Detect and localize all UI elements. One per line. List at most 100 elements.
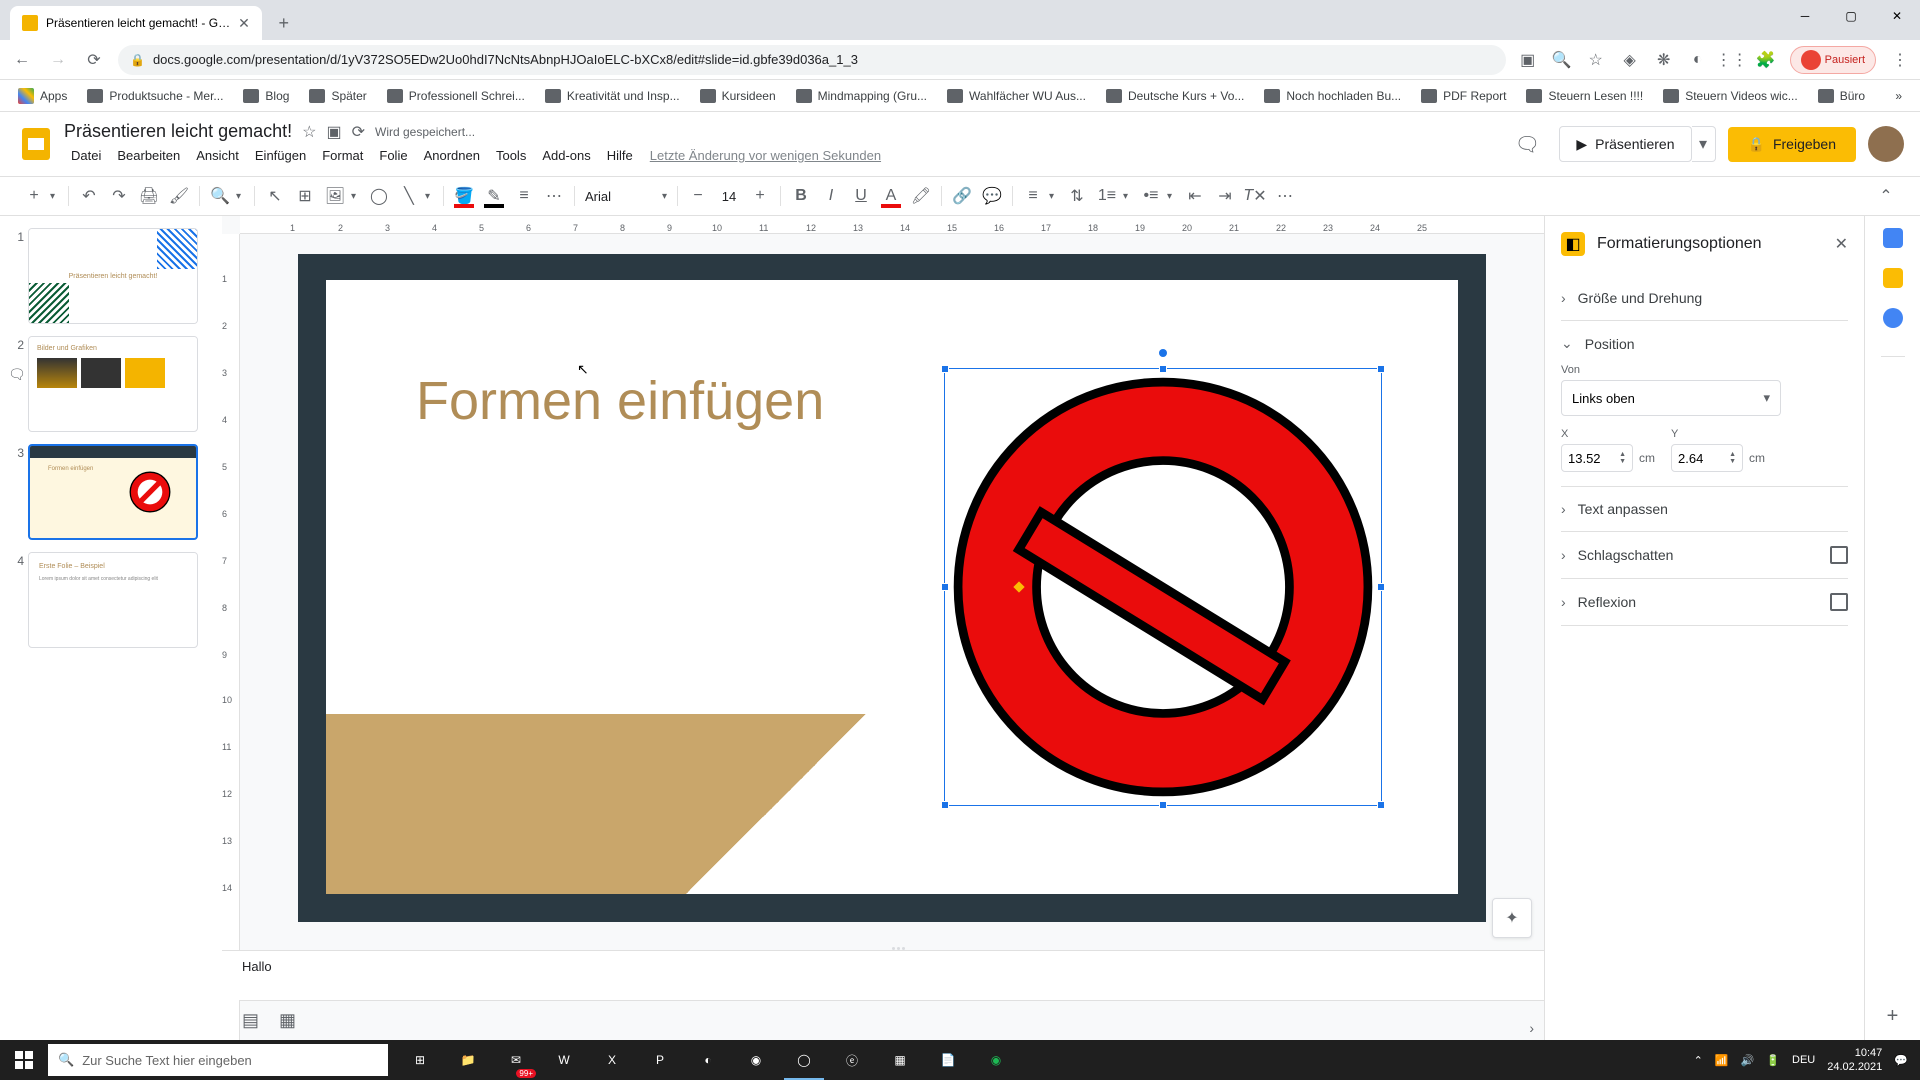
slide-canvas[interactable]: Formen einfügen ↖ (298, 254, 1486, 922)
resize-handle[interactable] (941, 365, 949, 373)
extension-icon[interactable]: ⋮⋮ (1722, 50, 1742, 70)
calendar-icon[interactable] (1883, 228, 1903, 248)
obs-icon[interactable]: ◉ (732, 1040, 780, 1080)
extension-icon[interactable]: ❋ (1654, 50, 1674, 70)
slide-thumbnail-1[interactable]: Präsentieren leicht gemacht! (28, 228, 198, 324)
move-icon[interactable]: ▣ (326, 122, 341, 142)
menu-einfuegen[interactable]: Einfügen (248, 144, 313, 167)
slide-title-text[interactable]: Formen einfügen (416, 370, 824, 432)
zoom-icon[interactable]: 🔍 (1552, 50, 1572, 70)
wifi-icon[interactable]: 📶 (1715, 1054, 1729, 1067)
share-button[interactable]: 🔒 Freigeben (1728, 127, 1856, 162)
underline-icon[interactable]: U (847, 182, 875, 210)
bookmark-overflow[interactable]: » (1887, 85, 1910, 107)
menu-hilfe[interactable]: Hilfe (600, 144, 640, 167)
app-icon[interactable]: ◐ (684, 1040, 732, 1080)
battery-icon[interactable]: 🔋 (1766, 1054, 1780, 1067)
undo-icon[interactable]: ↶ (75, 182, 103, 210)
new-tab-button[interactable]: + (270, 9, 298, 37)
stepper-icon[interactable]: ▲▼ (1729, 451, 1736, 465)
system-clock[interactable]: 10:47 24.02.2021 (1827, 1046, 1882, 1075)
start-button[interactable] (0, 1040, 48, 1080)
word-icon[interactable]: W (540, 1040, 588, 1080)
tasks-icon[interactable] (1883, 308, 1903, 328)
resize-handle[interactable] (941, 801, 949, 809)
text-color-icon[interactable]: A (877, 182, 905, 210)
excel-icon[interactable]: X (588, 1040, 636, 1080)
keep-icon[interactable] (1883, 268, 1903, 288)
select-tool-icon[interactable]: ↖ (261, 182, 289, 210)
x-input[interactable]: 13.52 ▲▼ (1561, 444, 1633, 472)
highlight-icon[interactable]: 🖍 (907, 182, 935, 210)
user-avatar[interactable] (1868, 126, 1904, 162)
menu-anordnen[interactable]: Anordnen (417, 144, 487, 167)
menu-ansicht[interactable]: Ansicht (189, 144, 246, 167)
bullet-list-icon[interactable]: •≡ (1137, 182, 1165, 210)
new-slide-button[interactable]: + (20, 182, 48, 210)
cloud-status-icon[interactable]: ⟳ (352, 122, 365, 142)
font-size-input[interactable]: 14 (714, 189, 744, 204)
redo-icon[interactable]: ↷ (105, 182, 133, 210)
line-dropdown[interactable]: ▾ (425, 191, 437, 202)
task-view-icon[interactable]: ⊞ (396, 1040, 444, 1080)
border-weight-icon[interactable]: ≡ (510, 182, 538, 210)
window-close[interactable]: ✕ (1874, 0, 1920, 32)
bookmark-item[interactable]: Professionell Schrei... (379, 85, 533, 107)
reflection-checkbox[interactable] (1830, 593, 1848, 611)
menu-bearbeiten[interactable]: Bearbeiten (110, 144, 187, 167)
window-maximize[interactable]: ▢ (1828, 0, 1874, 32)
bookmark-item[interactable]: Kursideen (692, 85, 784, 107)
menu-datei[interactable]: Datei (64, 144, 108, 167)
zoom-icon[interactable]: 🔍 (206, 182, 234, 210)
explore-button[interactable]: ✦ (1492, 898, 1532, 938)
last-edit-link[interactable]: Letzte Änderung vor wenigen Sekunden (650, 148, 881, 163)
menu-format[interactable]: Format (315, 144, 370, 167)
nav-forward-icon[interactable]: → (46, 48, 70, 72)
chrome-menu-icon[interactable]: ⋮ (1890, 50, 1910, 70)
resize-handle[interactable] (1159, 365, 1167, 373)
language-indicator[interactable]: DEU (1792, 1054, 1815, 1066)
grid-view-icon[interactable]: ▦ (279, 1010, 296, 1031)
bookmark-item[interactable]: Kreativität und Insp... (537, 85, 688, 107)
speaker-notes[interactable]: Hallo (222, 950, 1544, 1000)
present-dropdown[interactable]: ▾ (1692, 126, 1716, 162)
resize-handle[interactable] (1377, 583, 1385, 591)
app-icon[interactable]: ▦ (876, 1040, 924, 1080)
bookmark-item[interactable]: Steuern Videos wic... (1655, 85, 1806, 107)
bookmark-item[interactable]: Mindmapping (Gru... (788, 85, 935, 107)
link-icon[interactable]: 🔗 (948, 182, 976, 210)
horizontal-ruler[interactable]: 1234567891011121314151617181920212223242… (240, 216, 1544, 234)
menu-addons[interactable]: Add-ons (535, 144, 597, 167)
nav-back-icon[interactable]: ← (10, 48, 34, 72)
more-icon[interactable]: ⋯ (1271, 182, 1299, 210)
filmstrip-view-icon[interactable]: ▤ (242, 1010, 259, 1031)
bookmark-apps[interactable]: Apps (10, 84, 75, 108)
slide-thumbnail-4[interactable]: Erste Folie – BeispielLorem ipsum dolor … (28, 552, 198, 648)
bookmark-item[interactable]: PDF Report (1413, 85, 1514, 107)
slide-thumbnail-2[interactable]: Bilder und Grafiken (28, 336, 198, 432)
shape-icon[interactable]: ◯ (365, 182, 393, 210)
extension-icon[interactable]: ◐ (1688, 50, 1708, 70)
comment-indicator-icon[interactable]: 🗨 (8, 366, 26, 383)
font-size-decrease[interactable]: − (684, 182, 712, 210)
rotate-handle[interactable] (1159, 349, 1167, 357)
present-button[interactable]: ▶ Präsentieren (1559, 126, 1691, 162)
image-dropdown[interactable]: ▾ (351, 191, 363, 202)
section-text-fit[interactable]: › Text anpassen (1561, 501, 1848, 517)
chrome-icon[interactable]: ◯ (780, 1040, 828, 1080)
bookmark-star-icon[interactable]: ☆ (1586, 50, 1606, 70)
file-explorer-icon[interactable]: 📁 (444, 1040, 492, 1080)
bookmark-item[interactable]: Noch hochladen Bu... (1256, 85, 1409, 107)
font-size-increase[interactable]: + (746, 182, 774, 210)
fill-color-icon[interactable]: 🪣 (450, 182, 478, 210)
extension-icon[interactable]: ◈ (1620, 50, 1640, 70)
print-icon[interactable]: 🖨 (135, 182, 163, 210)
zoom-dropdown[interactable]: ▾ (236, 191, 248, 202)
italic-icon[interactable]: I (817, 182, 845, 210)
indent-increase-icon[interactable]: ⇥ (1211, 182, 1239, 210)
selected-shape[interactable] (944, 368, 1382, 806)
bookmark-item[interactable]: Steuern Lesen !!!! (1518, 85, 1651, 107)
menu-tools[interactable]: Tools (489, 144, 533, 167)
tab-close-icon[interactable]: ✕ (238, 15, 250, 32)
profile-paused[interactable]: Pausiert (1790, 46, 1876, 74)
